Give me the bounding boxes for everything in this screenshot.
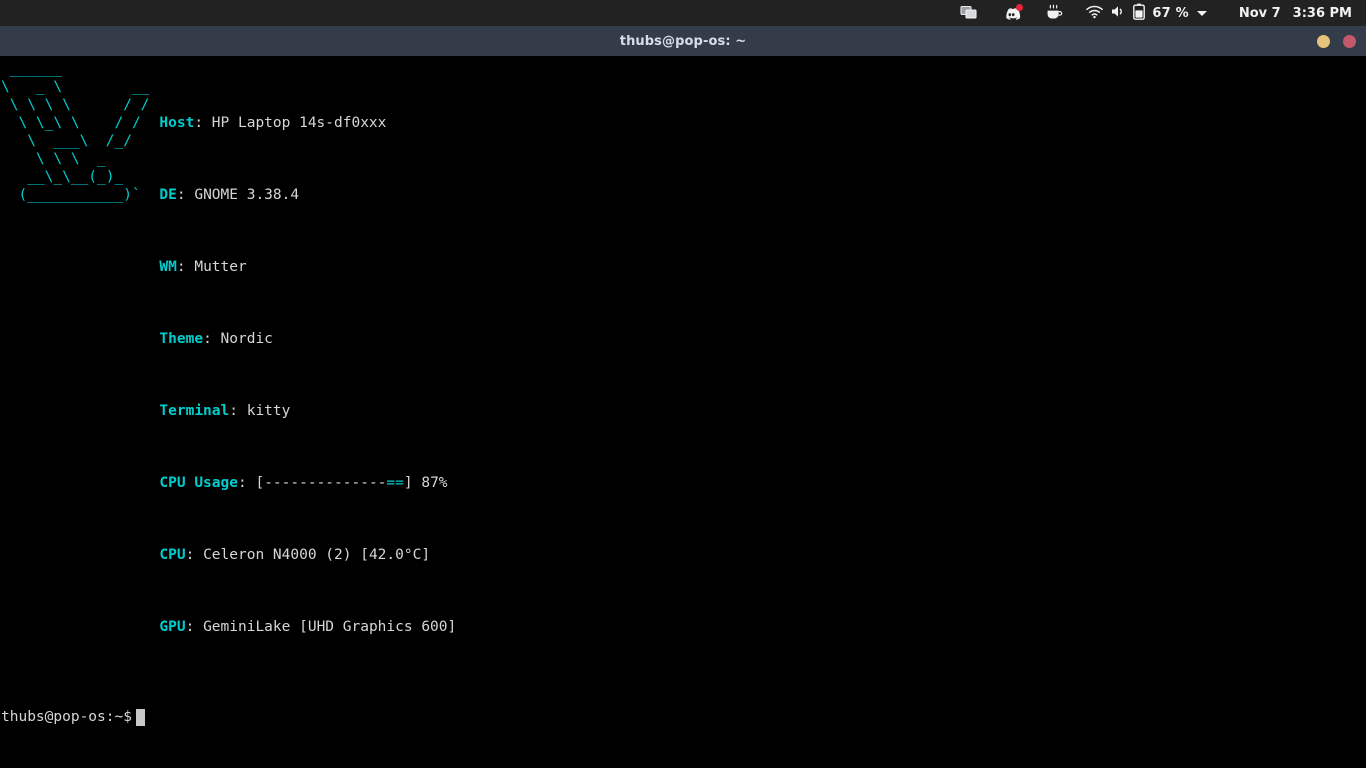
gnome-top-panel: 67 % Nov 7 3:36 PM <box>0 0 1366 26</box>
info-key: WM <box>159 259 177 275</box>
shell-prompt-line[interactable]: thubs@pop-os:~$ <box>0 708 1366 726</box>
info-value: Celeron N4000 (2) [42.0°C] <box>203 547 431 563</box>
text-cursor <box>135 708 145 726</box>
cpu-bar-used: == <box>386 475 404 491</box>
shell-prompt: thubs@pop-os:~$ <box>1 709 132 725</box>
coffee-cup-icon[interactable] <box>1032 0 1074 26</box>
chevron-down-icon <box>1196 10 1207 16</box>
info-row-cpu-usage: CPU Usage: [--------------==] 87% <box>159 474 456 492</box>
system-tray: 67 % <box>948 0 1212 26</box>
minimize-button[interactable] <box>1317 34 1330 48</box>
info-key: Host <box>159 115 195 131</box>
info-row-gpu: GPU: GeminiLake [UHD Graphics 600] <box>159 618 456 636</box>
volume-icon <box>1110 4 1126 23</box>
info-value: Nordic <box>220 331 273 347</box>
info-sep: : <box>203 331 221 347</box>
battery-icon <box>1133 3 1146 24</box>
clock-time: 3:36 PM <box>1292 5 1352 21</box>
clock-date: Nov 7 <box>1238 5 1281 21</box>
info-row-cpu: CPU: Celeron N4000 (2) [42.0°C] <box>159 546 456 564</box>
info-sep: : <box>185 547 204 563</box>
info-key: Theme <box>159 331 204 347</box>
discord-notification-badge <box>1016 4 1024 11</box>
system-status-menu[interactable]: 67 % <box>1074 3 1212 24</box>
info-key: GPU <box>159 619 186 635</box>
discord-icon[interactable] <box>990 0 1032 26</box>
info-value: Mutter <box>194 259 247 275</box>
cpu-bar-prefix: [ <box>255 475 265 491</box>
window-controls <box>1317 26 1356 56</box>
info-key: CPU <box>159 547 186 563</box>
info-value: GNOME 3.38.4 <box>194 187 300 203</box>
info-sep: : <box>185 619 204 635</box>
info-key: Terminal <box>159 403 230 419</box>
info-sep: : <box>176 187 195 203</box>
screen-share-icon[interactable] <box>948 0 990 26</box>
desktop-screen: 67 % Nov 7 3:36 PM thubs@pop-os: ~ _____… <box>0 0 1366 768</box>
info-row-de: DE: GNOME 3.38.4 <box>159 186 456 204</box>
wifi-icon <box>1086 4 1104 23</box>
info-value: HP Laptop 14s-df0xxx <box>211 115 387 131</box>
window-title: thubs@pop-os: ~ <box>619 33 747 49</box>
info-sep: : <box>237 475 256 491</box>
window-titlebar[interactable]: thubs@pop-os: ~ <box>0 26 1366 56</box>
info-sep: : <box>176 259 195 275</box>
clock-menu[interactable]: Nov 7 3:36 PM <box>1239 6 1352 21</box>
cpu-bar-suffix: ] <box>403 475 413 491</box>
battery-percentage: 67 % <box>1152 5 1189 21</box>
info-row-theme: Theme: Nordic <box>159 330 456 348</box>
info-key: CPU Usage <box>159 475 238 491</box>
neofetch-info-block: Host: HP Laptop 14s-df0xxx DE: GNOME 3.3… <box>149 60 456 690</box>
close-button[interactable] <box>1343 34 1356 48</box>
info-row-wm: WM: Mutter <box>159 258 456 276</box>
neofetch-output: ______ \ _ \ __ \ \ \ \ / / \ \_\ \ / / … <box>0 60 1366 690</box>
info-row-host: Host: HP Laptop 14s-df0xxx <box>159 114 456 132</box>
info-row-terminal: Terminal: kitty <box>159 402 456 420</box>
info-value: kitty <box>246 403 291 419</box>
info-sep: : <box>229 403 247 419</box>
info-sep: : <box>194 115 212 131</box>
cpu-bar-free: -------------- <box>264 475 387 491</box>
terminal-window[interactable]: ______ \ _ \ __ \ \ \ \ / / \ \_\ \ / / … <box>0 56 1366 768</box>
pop-os-ascii-logo: ______ \ _ \ __ \ \ \ \ / / \ \_\ \ / / … <box>1 61 150 203</box>
info-key: DE <box>159 187 177 203</box>
info-value: GeminiLake [UHD Graphics 600] <box>203 619 457 635</box>
cpu-usage-percent: 87% <box>421 475 448 491</box>
